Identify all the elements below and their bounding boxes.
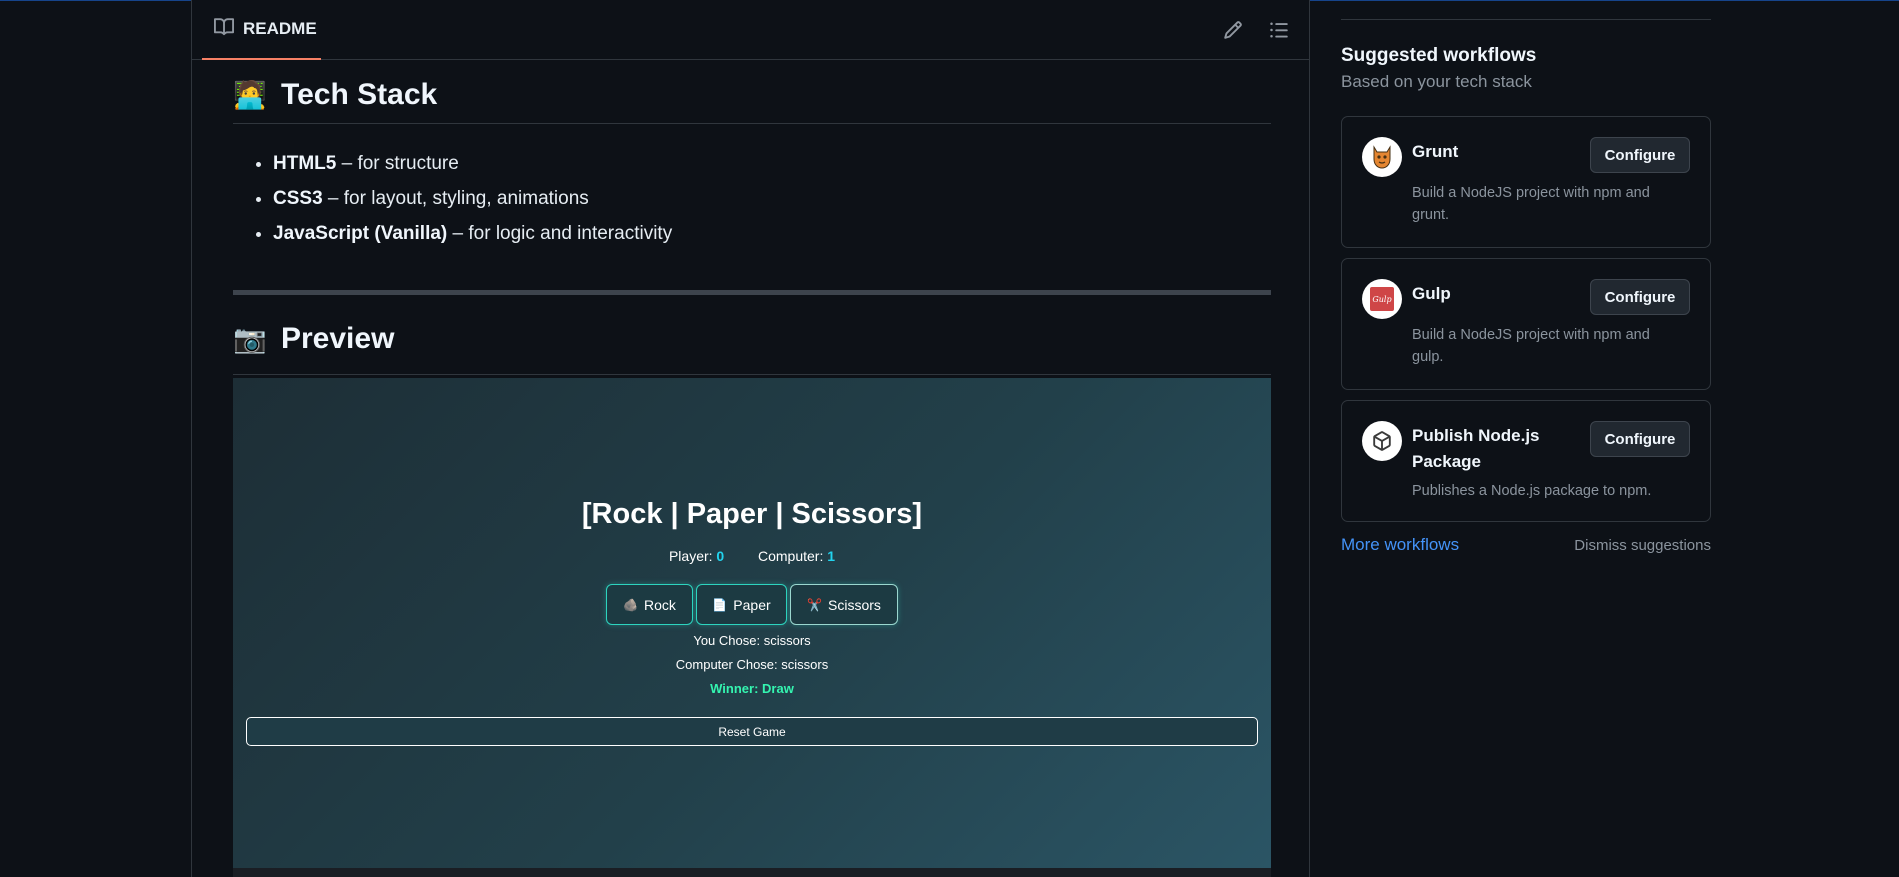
- rock-icon: 🪨: [623, 597, 639, 612]
- technologist-emoji-icon: 🧑‍💻: [233, 79, 267, 110]
- you-chose-text: You Chose: scissors: [693, 633, 811, 648]
- player-score: 0: [716, 548, 725, 564]
- tech-desc: – for layout, styling, animations: [322, 188, 589, 209]
- workflow-description: Build a NodeJS project with npm and gulp…: [1412, 327, 1650, 365]
- workflow-card-grunt: Grunt Configure Build a NodeJS project w…: [1341, 116, 1711, 248]
- workflow-card-gulp: Gulp Gulp Configure Build a NodeJS proje…: [1341, 258, 1711, 390]
- preview-bottom-edge: [233, 868, 1271, 877]
- scissors-icon: ✂️: [807, 597, 823, 612]
- workflow-name: Grunt: [1412, 142, 1459, 161]
- workflow-description: Build a NodeJS project with npm and grun…: [1412, 185, 1650, 223]
- scissors-button[interactable]: ✂️ Scissors: [790, 584, 898, 625]
- scissors-label: Scissors: [828, 596, 881, 613]
- computer-score: 1: [827, 548, 836, 564]
- tab-readme[interactable]: README: [202, 0, 321, 60]
- list-item: CSS3 – for layout, styling, animations: [273, 181, 1271, 216]
- preview-image: [Rock | Paper | Scissors] Player: 0 Comp…: [233, 378, 1271, 868]
- tech-name: HTML5: [273, 153, 337, 174]
- computer-label: Computer:: [758, 548, 824, 564]
- svg-text:Gulp: Gulp: [1372, 295, 1391, 304]
- readme-panel: README 🧑‍💻 Tech Stack HTML5 – for struct…: [191, 0, 1310, 877]
- tech-stack-list: HTML5 – for structure CSS3 – for layout,…: [273, 146, 1271, 251]
- grunt-logo-icon: [1362, 137, 1402, 177]
- readme-header: README: [192, 0, 1309, 60]
- list-icon[interactable]: [1268, 19, 1290, 41]
- pencil-icon[interactable]: [1222, 19, 1244, 41]
- package-icon: [1362, 421, 1402, 461]
- sidebar-title: Suggested workflows: [1341, 45, 1537, 66]
- tech-desc: – for logic and interactivity: [447, 223, 673, 244]
- rock-button[interactable]: 🪨 Rock: [606, 584, 693, 625]
- list-item: HTML5 – for structure: [273, 146, 1271, 181]
- markdown-body: 🧑‍💻 Tech Stack HTML5 – for structure CSS…: [233, 60, 1271, 375]
- workflow-description: Publishes a Node.js package to npm.: [1412, 483, 1652, 499]
- choice-buttons: 🪨 Rock 📄 Paper ✂️ Scissors: [233, 584, 1271, 625]
- player-label: Player:: [668, 548, 713, 564]
- computer-chose-text: Computer Chose: scissors: [675, 657, 829, 672]
- tech-name: CSS3: [273, 188, 323, 209]
- winner-text: Winner: Draw: [710, 681, 794, 696]
- camera-emoji-icon: 📷: [233, 323, 267, 354]
- book-icon: [214, 17, 235, 42]
- tab-readme-label: README: [243, 19, 317, 38]
- workflow-name: Publish Node.js Package: [1412, 426, 1540, 471]
- divider: [1341, 19, 1711, 20]
- sidebar-subtitle: Based on your tech stack: [1341, 72, 1532, 91]
- configure-button[interactable]: Configure: [1590, 279, 1690, 315]
- heading-preview: 📷 Preview: [233, 295, 1271, 375]
- heading-tech-stack-text: Tech Stack: [281, 77, 438, 111]
- workflow-card-publish-nodejs: Publish Node.js Package Configure Publis…: [1341, 400, 1711, 522]
- score-line: Player: 0 Computer: 1: [233, 548, 1271, 564]
- paper-button[interactable]: 📄 Paper: [696, 584, 787, 625]
- dismiss-suggestions-link[interactable]: Dismiss suggestions: [1574, 537, 1711, 554]
- workflow-name: Gulp: [1412, 284, 1451, 303]
- game-title: [Rock | Paper | Scissors]: [581, 498, 923, 530]
- rock-label: Rock: [644, 596, 676, 613]
- list-item: JavaScript (Vanilla) – for logic and int…: [273, 216, 1271, 251]
- configure-button[interactable]: Configure: [1590, 137, 1690, 173]
- paper-icon: 📄: [712, 597, 728, 612]
- reset-game-button[interactable]: Reset Game: [246, 717, 1258, 746]
- heading-preview-text: Preview: [281, 321, 395, 355]
- paper-label: Paper: [733, 596, 771, 613]
- tech-desc: – for structure: [336, 153, 459, 174]
- tech-name: JavaScript (Vanilla): [273, 223, 448, 244]
- heading-tech-stack: 🧑‍💻 Tech Stack: [233, 60, 1271, 124]
- more-workflows-link[interactable]: More workflows: [1341, 535, 1459, 555]
- gulp-logo-icon: Gulp: [1362, 279, 1402, 319]
- configure-button[interactable]: Configure: [1590, 421, 1690, 457]
